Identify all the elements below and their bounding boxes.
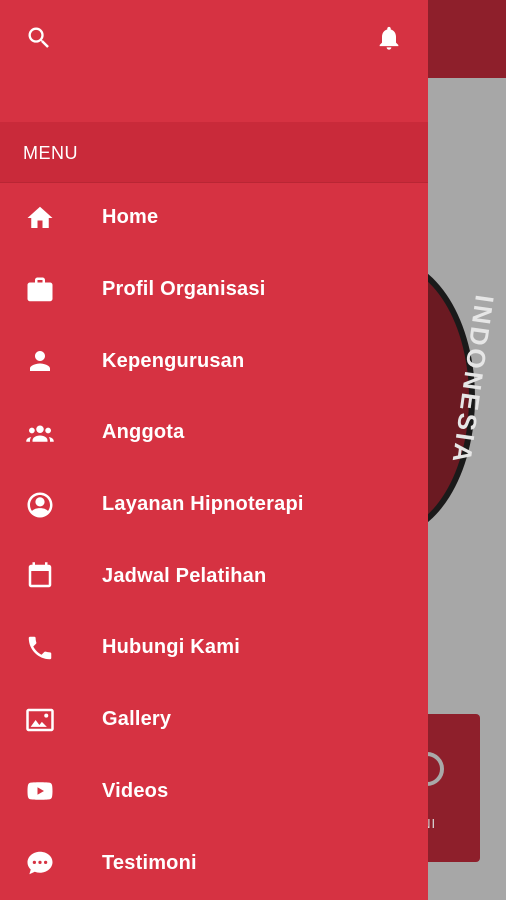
menu-item-label: Testimoni (102, 851, 197, 874)
menu-item-label: Jadwal Pelatihan (102, 564, 267, 587)
account-circle-icon (24, 489, 56, 521)
menu-item-videos[interactable]: Videos (0, 756, 428, 828)
image-icon (24, 704, 56, 736)
briefcase-icon (24, 274, 56, 306)
calendar-icon (24, 560, 56, 592)
menu-item-anggota[interactable]: Anggota (0, 397, 428, 469)
menu-item-gallery[interactable]: Gallery (0, 684, 428, 756)
group-icon (24, 417, 56, 449)
menu-item-label: Home (102, 206, 159, 229)
bell-icon[interactable] (373, 22, 405, 54)
home-icon (24, 202, 56, 234)
search-icon[interactable] (23, 22, 55, 54)
drawer-header (0, 0, 428, 122)
menu-item-home[interactable]: Home (0, 182, 428, 254)
menu-section-header: MENU (0, 122, 428, 183)
menu-item-jadwal-pelatihan[interactable]: Jadwal Pelatihan (0, 540, 428, 612)
menu-item-layanan-hipnoterapi[interactable]: Layanan Hipnoterapi (0, 469, 428, 541)
menu-item-label: Layanan Hipnoterapi (102, 493, 304, 516)
chat-bubble-icon (24, 847, 56, 879)
menu-item-label: Gallery (102, 708, 172, 731)
menu-item-label: Videos (102, 779, 169, 802)
menu-item-hubungi-kami[interactable]: Hubungi Kami (0, 612, 428, 684)
menu-item-label: Hubungi Kami (102, 636, 240, 659)
menu-item-label: Kepengurusan (102, 349, 245, 372)
menu-item-kepengurusan[interactable]: Kepengurusan (0, 325, 428, 397)
menu-list: Home Profil Organisasi Kepengurusan Angg… (0, 182, 428, 899)
menu-section-title: MENU (23, 143, 78, 163)
menu-item-label: Profil Organisasi (102, 278, 266, 301)
phone-icon (24, 632, 56, 664)
navigation-drawer: MENU Home Profil Organisasi Kepengurusan… (0, 0, 428, 900)
person-icon (24, 345, 56, 377)
menu-item-profil-organisasi[interactable]: Profil Organisasi (0, 254, 428, 326)
menu-item-testimoni[interactable]: Testimoni (0, 827, 428, 899)
menu-item-label: Anggota (102, 421, 185, 444)
youtube-icon (24, 775, 56, 807)
